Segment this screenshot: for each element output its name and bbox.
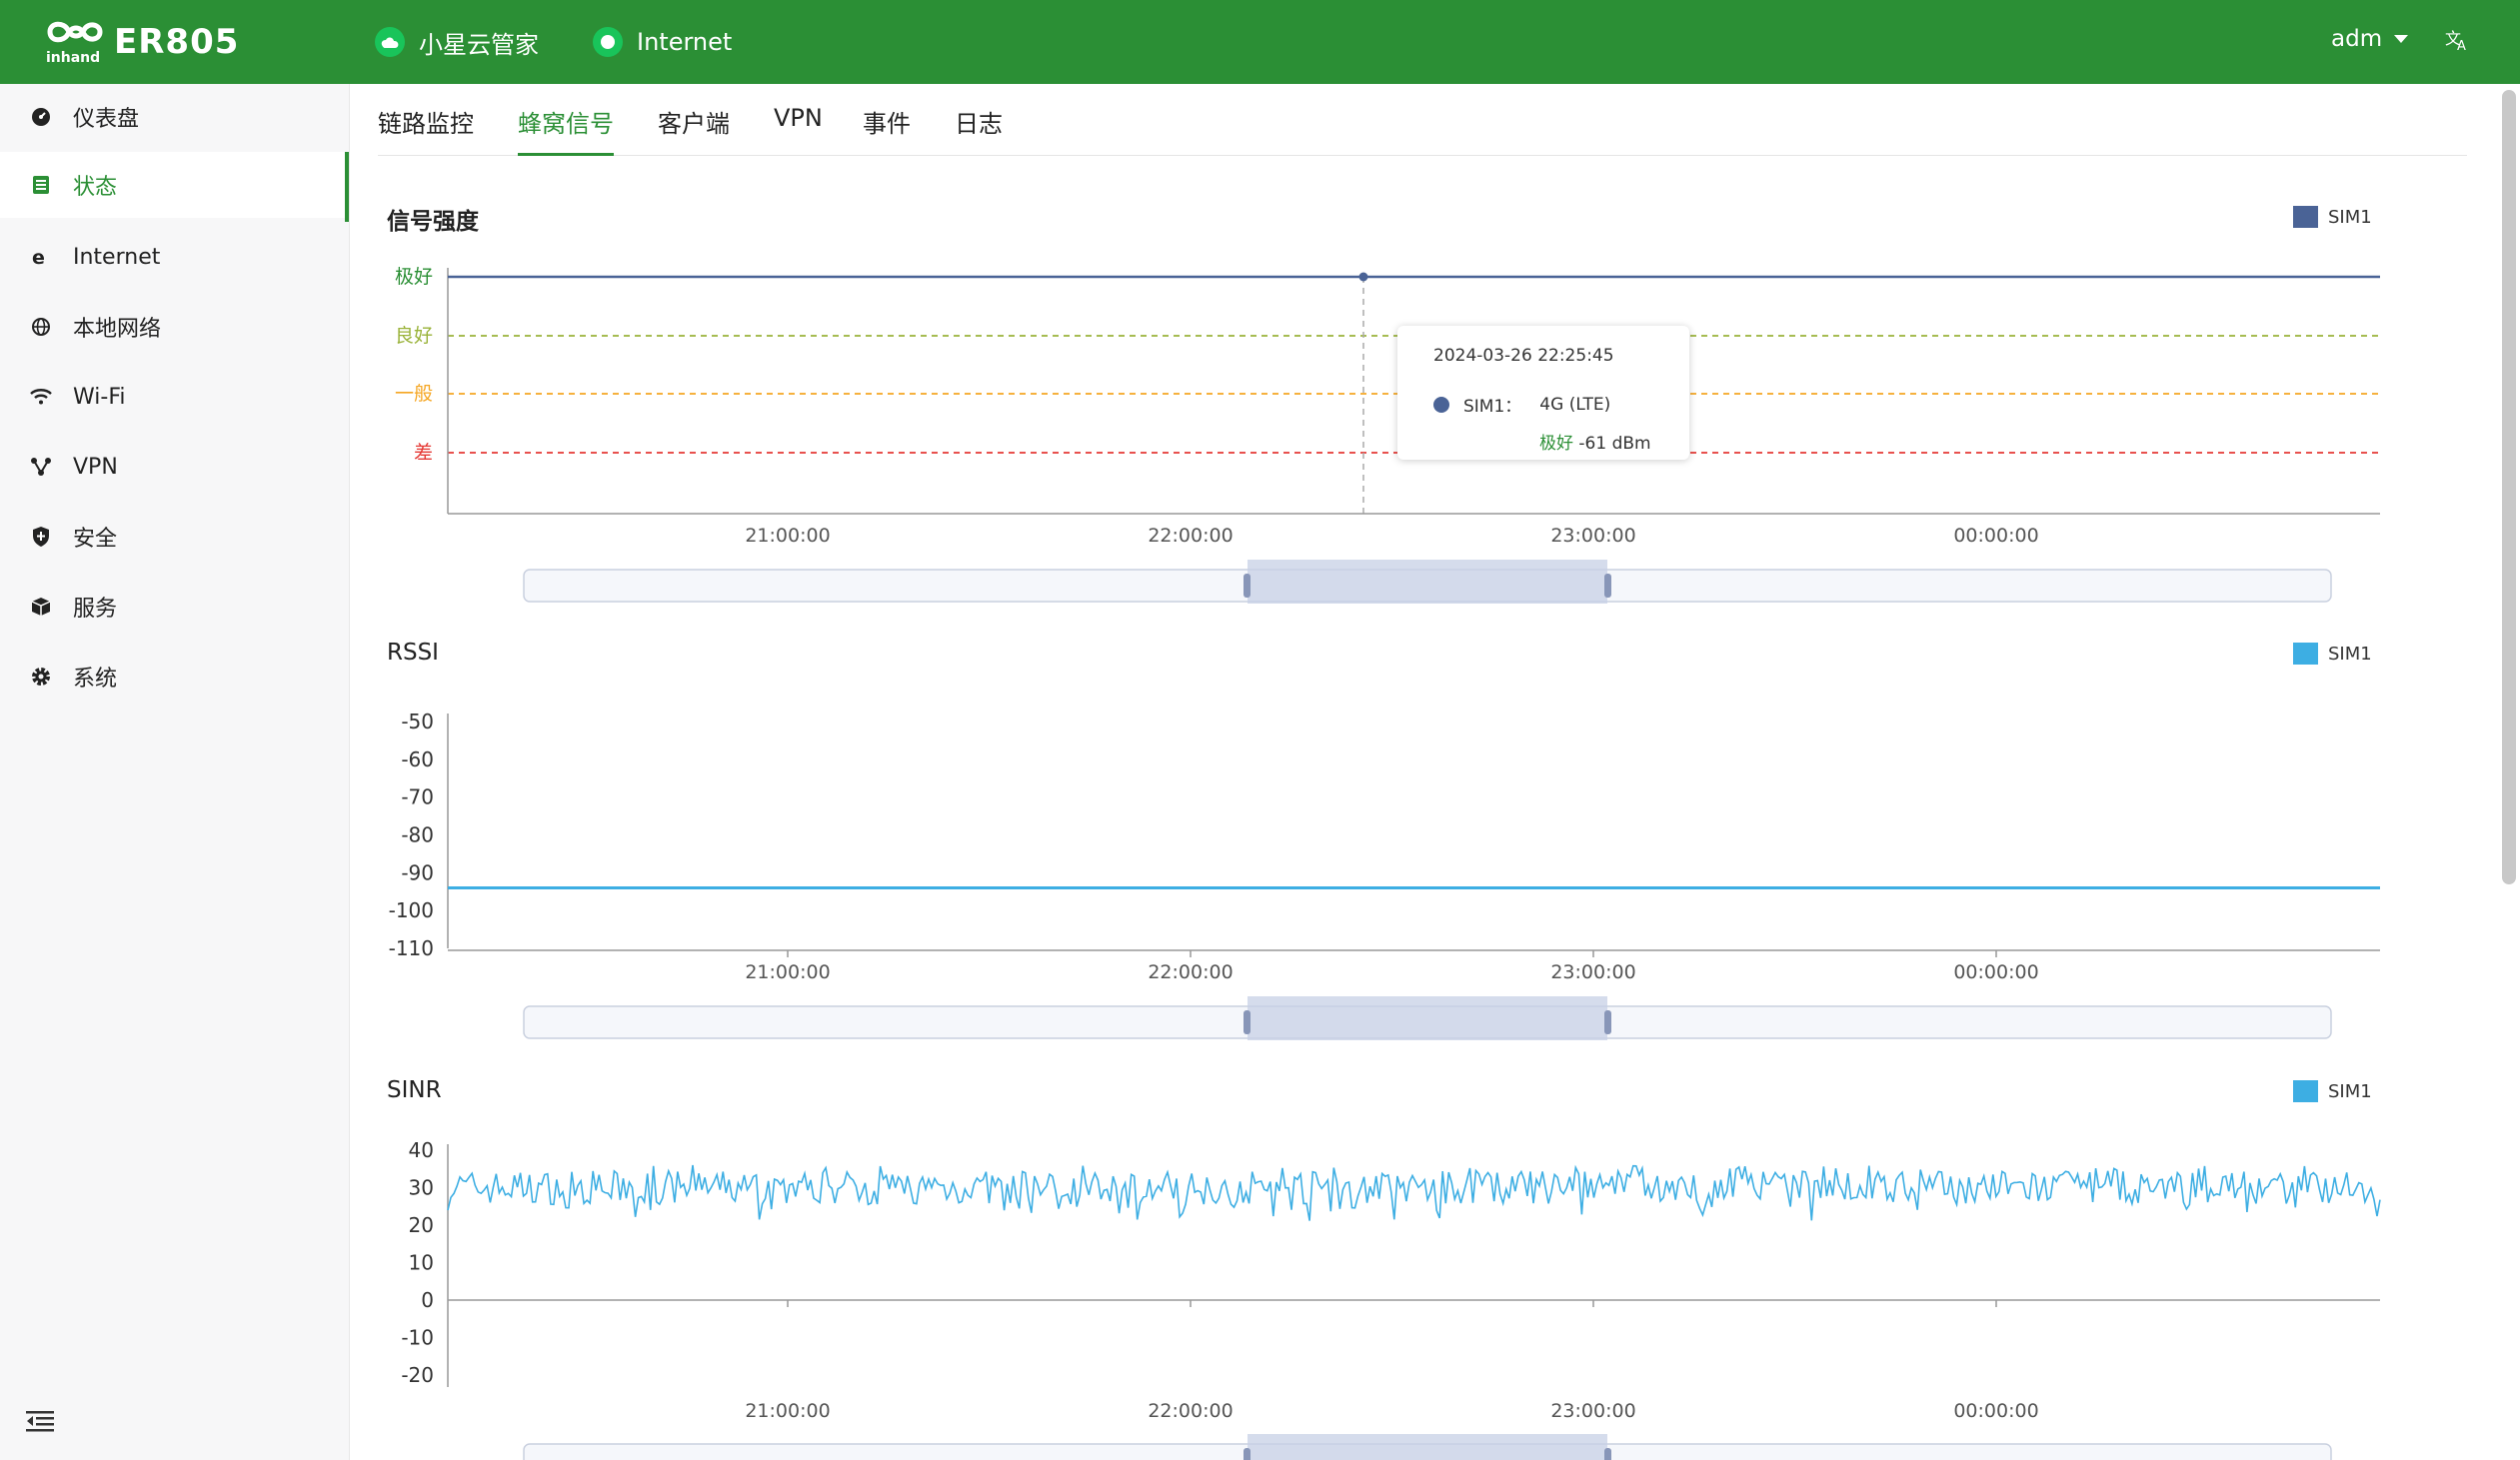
y-tick-label: -110 bbox=[389, 936, 434, 960]
page-scrollbar[interactable] bbox=[2502, 90, 2516, 884]
x-tick-label: 00:00:00 bbox=[1953, 961, 2038, 983]
x-tick-label: 22:00:00 bbox=[1148, 1400, 1233, 1422]
x-tick-label: 21:00:00 bbox=[745, 961, 830, 983]
y-tick-label: 40 bbox=[409, 1138, 434, 1162]
zoom-slider-handle-left bbox=[1244, 1448, 1251, 1460]
y-tick-label: -60 bbox=[401, 747, 434, 771]
x-tick-label: 21:00:00 bbox=[745, 525, 830, 547]
zoom-slider-handle-right bbox=[1604, 574, 1611, 598]
zoom-slider-window bbox=[1248, 560, 1607, 604]
y-category-label: 极好 bbox=[395, 266, 433, 288]
tooltip-quality: 极好 bbox=[1539, 434, 1573, 454]
tooltip-network: 4G (LTE) bbox=[1539, 394, 1611, 415]
x-tick-label: 00:00:00 bbox=[1953, 525, 2038, 547]
zoom-slider-handle-right bbox=[1604, 1448, 1611, 1460]
tooltip-time: 2024-03-26 22:25:45 bbox=[1433, 346, 1614, 366]
zoom-slider-window bbox=[1248, 1434, 1607, 1460]
y-category-label: 一般 bbox=[395, 383, 433, 405]
zoom-slider-handle-left bbox=[1244, 1010, 1251, 1034]
tooltip-value: -61 dBm bbox=[1578, 434, 1651, 454]
x-tick-label: 21:00:00 bbox=[745, 1400, 830, 1422]
y-tick-label: 20 bbox=[409, 1213, 434, 1237]
y-tick-label: 0 bbox=[421, 1288, 434, 1312]
zoom-slider-handle-left bbox=[1244, 574, 1251, 598]
y-category-label: 良好 bbox=[395, 325, 433, 347]
y-tick-label: -20 bbox=[401, 1363, 434, 1387]
x-tick-label: 22:00:00 bbox=[1148, 961, 1233, 983]
hover-point bbox=[1358, 272, 1368, 282]
tooltip-series-dot bbox=[1433, 396, 1449, 413]
y-tick-label: -90 bbox=[401, 860, 434, 884]
tooltip-series: SIM1： bbox=[1463, 397, 1522, 417]
x-tick-label: 23:00:00 bbox=[1550, 961, 1635, 983]
y-tick-label: -70 bbox=[401, 785, 434, 809]
x-tick-label: 22:00:00 bbox=[1148, 525, 1233, 547]
y-tick-label: -10 bbox=[401, 1326, 434, 1350]
x-tick-label: 23:00:00 bbox=[1550, 1400, 1635, 1422]
y-category-label: 差 bbox=[414, 442, 433, 464]
y-tick-label: -80 bbox=[401, 823, 434, 847]
series-line-sim1 bbox=[447, 1164, 2381, 1221]
zoom-slider-window bbox=[1248, 996, 1607, 1040]
y-tick-label: -50 bbox=[401, 710, 434, 733]
y-tick-label: -100 bbox=[389, 898, 434, 922]
chart-tooltip: 2024-03-26 22:25:45 SIM1： 4G (LTE) 极好 -6… bbox=[1397, 326, 1689, 460]
zoom-slider-handle-right bbox=[1604, 1010, 1611, 1034]
x-tick-label: 23:00:00 bbox=[1550, 525, 1635, 547]
y-tick-label: 10 bbox=[409, 1251, 434, 1275]
charts-canvas: 差一般良好极好21:00:00 22:00:00 23:00:00 00:00:00-… bbox=[389, 266, 2381, 1460]
x-tick-label: 00:00:00 bbox=[1953, 1400, 2038, 1422]
y-tick-label: 30 bbox=[409, 1176, 434, 1200]
